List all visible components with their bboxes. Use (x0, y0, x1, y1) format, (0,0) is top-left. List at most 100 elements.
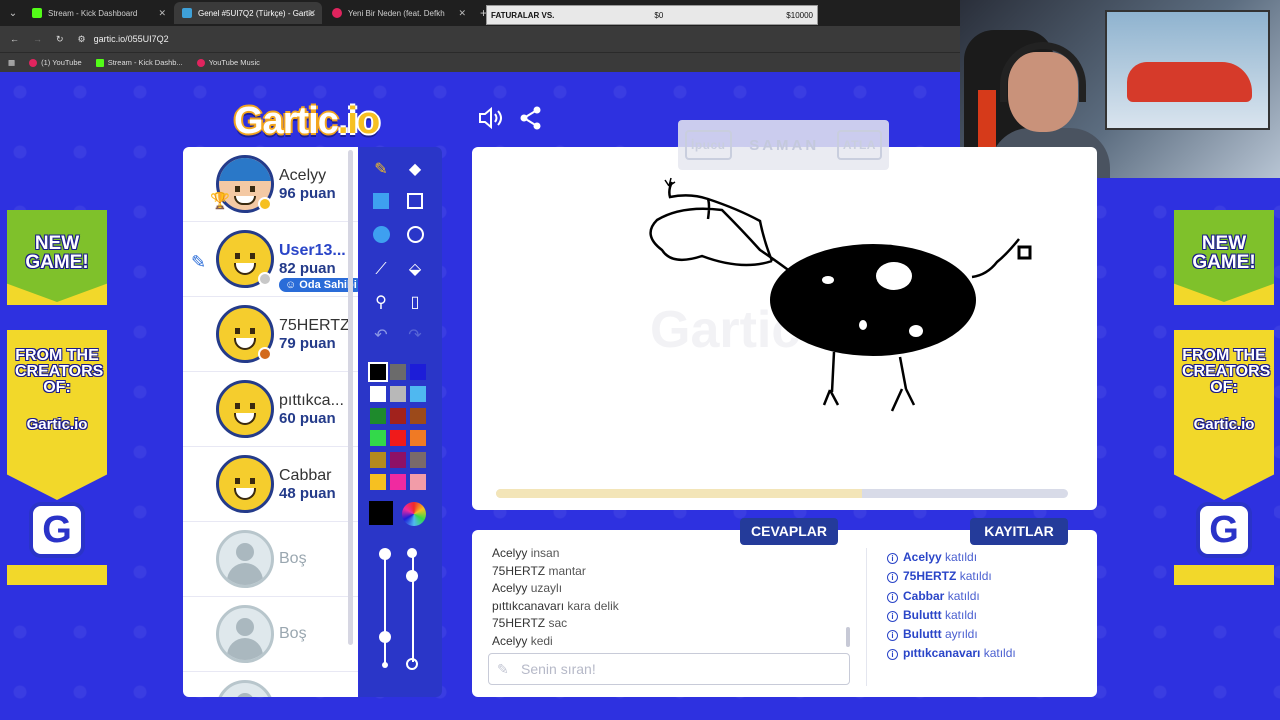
speaker-icon[interactable] (478, 106, 504, 136)
log-user: Buluttt (903, 607, 942, 622)
line-icon[interactable]: ⟋ (370, 259, 392, 281)
skip-button[interactable]: ATLA (836, 130, 882, 160)
player-row[interactable]: Cabbar 48 puan (183, 447, 358, 522)
ad-banner-right[interactable]: NEW GAME! FROM THE CREATORS OF: Gartic.i… (1174, 210, 1274, 585)
brush-size-slider-knob[interactable] (407, 548, 417, 558)
color-swatch[interactable] (368, 362, 388, 382)
kick-icon (95, 58, 104, 67)
color-swatch[interactable] (410, 430, 426, 446)
log-user: Buluttt (903, 627, 942, 642)
logo-main: Gartic (234, 100, 339, 142)
eyedropper-icon[interactable]: ⚲ (370, 292, 392, 314)
brush-size-slider-knob[interactable] (406, 570, 418, 582)
tab-close-icon[interactable]: ✕ (308, 8, 316, 19)
player-row[interactable]: 75HERTZ 79 puan (183, 297, 358, 372)
color-swatch[interactable] (370, 408, 386, 424)
goal-current: $0 (654, 10, 664, 20)
color-swatch[interactable] (390, 452, 406, 468)
player-row[interactable]: ✎ User13... 82 puan ☺ Oda Sahibi (183, 222, 358, 297)
color-swatch[interactable] (370, 474, 386, 490)
browser-tab-music[interactable]: Yeni Bir Neden (feat. Defkh ✕ (324, 2, 472, 24)
color-swatch[interactable] (370, 452, 386, 468)
color-swatch[interactable] (370, 386, 386, 402)
pencil-icon[interactable]: ✎ (370, 159, 392, 181)
pencil-icon: ✎ (497, 661, 509, 677)
drawing-canvas[interactable]: Gartic (472, 147, 1097, 510)
filled-rectangle-icon[interactable] (370, 193, 392, 215)
answer-line: Acelyy kedi (492, 634, 842, 652)
opacity-slider-knob[interactable] (379, 631, 391, 643)
rectangle-icon[interactable] (404, 193, 426, 215)
bookmark-youtube-music[interactable]: YouTube Music (196, 58, 260, 67)
color-swatch[interactable] (390, 474, 406, 490)
players-scrollbar[interactable] (348, 150, 353, 645)
color-swatch[interactable] (410, 474, 426, 490)
browser-tab-gartic[interactable]: Genel #5UI7Q2 (Türkçe) - Gartic ✕ (174, 2, 322, 24)
reload-icon[interactable]: ↻ (56, 34, 64, 45)
player-score: 60 puan (279, 410, 336, 427)
log-line: i Buluttt ayrıldı (887, 627, 1016, 646)
answers-scrollbar[interactable] (846, 627, 850, 647)
color-swatch[interactable] (390, 430, 406, 446)
tab-close-icon[interactable]: ✕ (158, 8, 166, 19)
empty-slot (183, 672, 358, 697)
browser-tab-kick[interactable]: Stream - Kick Dashboard ✕ (24, 2, 172, 24)
gartic-logo[interactable]: Gartic.io (234, 100, 380, 143)
log-line: i Cabbar katıldı (887, 589, 1016, 608)
site-info-icon[interactable]: ⚙ (78, 34, 86, 45)
redo-icon[interactable]: ↷ (404, 325, 426, 347)
empty-slot-label: Boş (279, 550, 307, 567)
word-to-guess: SAMAN (749, 136, 820, 154)
selected-color-swatch[interactable] (369, 501, 393, 525)
answer-line: Acelyy insan (492, 546, 842, 564)
back-icon[interactable]: ← (10, 34, 19, 44)
hint-button[interactable]: İpucu (685, 130, 732, 160)
apps-grid-icon[interactable]: ▦ (8, 58, 15, 67)
filled-circle-icon[interactable] (370, 226, 392, 248)
bookmark-label: YouTube Music (208, 58, 260, 67)
ad-banner-left[interactable]: NEW GAME! FROM THE CREATORS OF: Gartic.i… (7, 210, 107, 585)
opacity-slider-knob[interactable] (379, 548, 391, 560)
player-name: Acelyy (279, 167, 327, 184)
eraser-icon[interactable]: ◆ (404, 159, 426, 181)
bookmark-youtube[interactable]: (1) YouTube (29, 58, 82, 67)
player-name: pıttıkca... (279, 392, 344, 409)
page-icon[interactable]: ▯ (404, 292, 426, 314)
player-row[interactable]: 🏆 Acelyy 96 puan (183, 147, 358, 222)
tab-logs[interactable]: KAYITLAR (970, 518, 1068, 545)
tab-answers[interactable]: CEVAPLAR (740, 518, 838, 545)
undo-icon[interactable]: ↶ (370, 325, 392, 347)
color-swatch[interactable] (390, 364, 406, 380)
player-row[interactable]: pıttıkca... 60 puan (183, 372, 358, 447)
bookmark-kick[interactable]: Stream - Kick Dashb... (95, 58, 183, 67)
color-swatch[interactable] (370, 430, 386, 446)
tab-close-icon[interactable]: ✕ (458, 8, 466, 19)
tab-search-icon[interactable]: ⌄ (4, 8, 22, 19)
color-swatch[interactable] (390, 408, 406, 424)
color-swatch[interactable] (410, 386, 426, 402)
url-field[interactable]: gartic.io/055UI7Q2 (94, 34, 169, 44)
color-swatch[interactable] (410, 452, 426, 468)
fill-bucket-icon[interactable]: ⬙ (404, 259, 426, 281)
answer-input[interactable]: ✎ Senin sıran! (488, 653, 850, 685)
log-user: Cabbar (903, 588, 945, 603)
answer-input-placeholder: Senin sıran! (521, 661, 596, 677)
opacity-slider-track[interactable] (384, 554, 386, 666)
ad-from-creators: FROM THE CREATORS OF: (1182, 347, 1271, 396)
log-line: i Buluttt katıldı (887, 608, 1016, 627)
color-swatch[interactable] (410, 408, 426, 424)
color-swatch[interactable] (390, 386, 406, 402)
answer-text: mantar (548, 563, 586, 578)
color-swatch[interactable] (410, 364, 426, 380)
avatar (216, 380, 274, 438)
status-dot (258, 347, 272, 361)
forward-icon[interactable]: → (33, 34, 42, 44)
empty-slot: Boş (183, 522, 358, 597)
circle-icon[interactable] (404, 226, 426, 248)
player-name: 75HERTZ (279, 317, 350, 334)
address-bar: ← → ↻ ⚙ gartic.io/055UI7Q2 (0, 26, 960, 52)
room-owner-badge: ☺ Oda Sahibi (279, 278, 358, 292)
answer-user: Acelyy (492, 581, 528, 595)
share-icon[interactable] (520, 106, 542, 136)
color-wheel-icon[interactable] (402, 502, 426, 526)
